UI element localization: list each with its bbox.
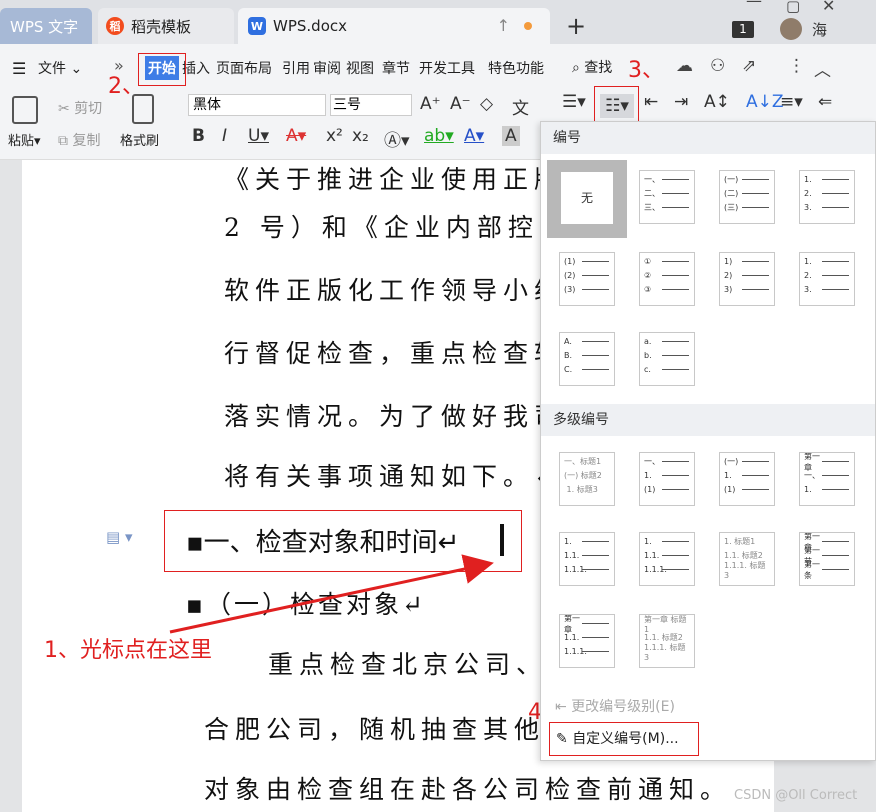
numbering-option[interactable]: (一) (二) (三) [719, 170, 775, 224]
multilevel-option[interactable]: 第一章 一、 1. [799, 452, 855, 506]
numbering-option[interactable]: A. B. C. [559, 332, 615, 386]
custom-numbering-label: 自定义编号(M)... [572, 731, 679, 747]
watermark: CSDN @Oll Correct [734, 788, 858, 803]
numbering-option[interactable]: ①②③ [639, 252, 695, 306]
numbering-option[interactable]: 1. 2. 3. [799, 252, 855, 306]
none-label: 无 [561, 172, 613, 224]
pencil-icon: ✎ [556, 731, 568, 747]
multilevel-option[interactable]: 一、标题1 (一) 标题2 1. 标题3 [559, 452, 615, 506]
numbering-option[interactable]: 1. 2. 3. [799, 170, 855, 224]
numbering-none-option[interactable]: 无 [547, 160, 627, 238]
multilevel-option[interactable]: 1. 1.1. 1.1.1. [639, 532, 695, 586]
numbering-option[interactable]: a. b. c. [639, 332, 695, 386]
numbering-option[interactable]: 1) 2) 3) [719, 252, 775, 306]
numbering-dropdown: 编号 无 一、 二、 三、 (一) (二) (三) 1. 2. 3. (1) (2) (3) ①… [540, 121, 876, 761]
change-level-menu-item[interactable]: ⇤ 更改编号级别(E) [555, 696, 675, 716]
custom-numbering-menu-item[interactable]: ✎ 自定义编号(M)... [549, 722, 699, 756]
numbering-option[interactable]: 一、 二、 三、 [639, 170, 695, 224]
multilevel-option[interactable]: 第一章 1.1. 1.1.1. [559, 614, 615, 668]
multilevel-option[interactable]: 一、 1. (1) [639, 452, 695, 506]
multilevel-section-title: 多级编号 [541, 404, 875, 436]
multilevel-option[interactable]: 第一章 标题1 1.1. 标题2 1.1.1. 标题3 [639, 614, 695, 668]
multilevel-option[interactable]: 第一章 第一节 第一条 [799, 532, 855, 586]
multilevel-option[interactable]: 1. 标题1 1.1. 标题2 1.1.1. 标题3 [719, 532, 775, 586]
multilevel-option[interactable]: (一) 1. (1) [719, 452, 775, 506]
multilevel-option[interactable]: 1. 1.1. 1.1.1. [559, 532, 615, 586]
change-level-label: 更改编号级别(E) [571, 699, 675, 715]
numbering-option[interactable]: (1) (2) (3) [559, 252, 615, 306]
numbering-section-title: 编号 [541, 122, 875, 154]
